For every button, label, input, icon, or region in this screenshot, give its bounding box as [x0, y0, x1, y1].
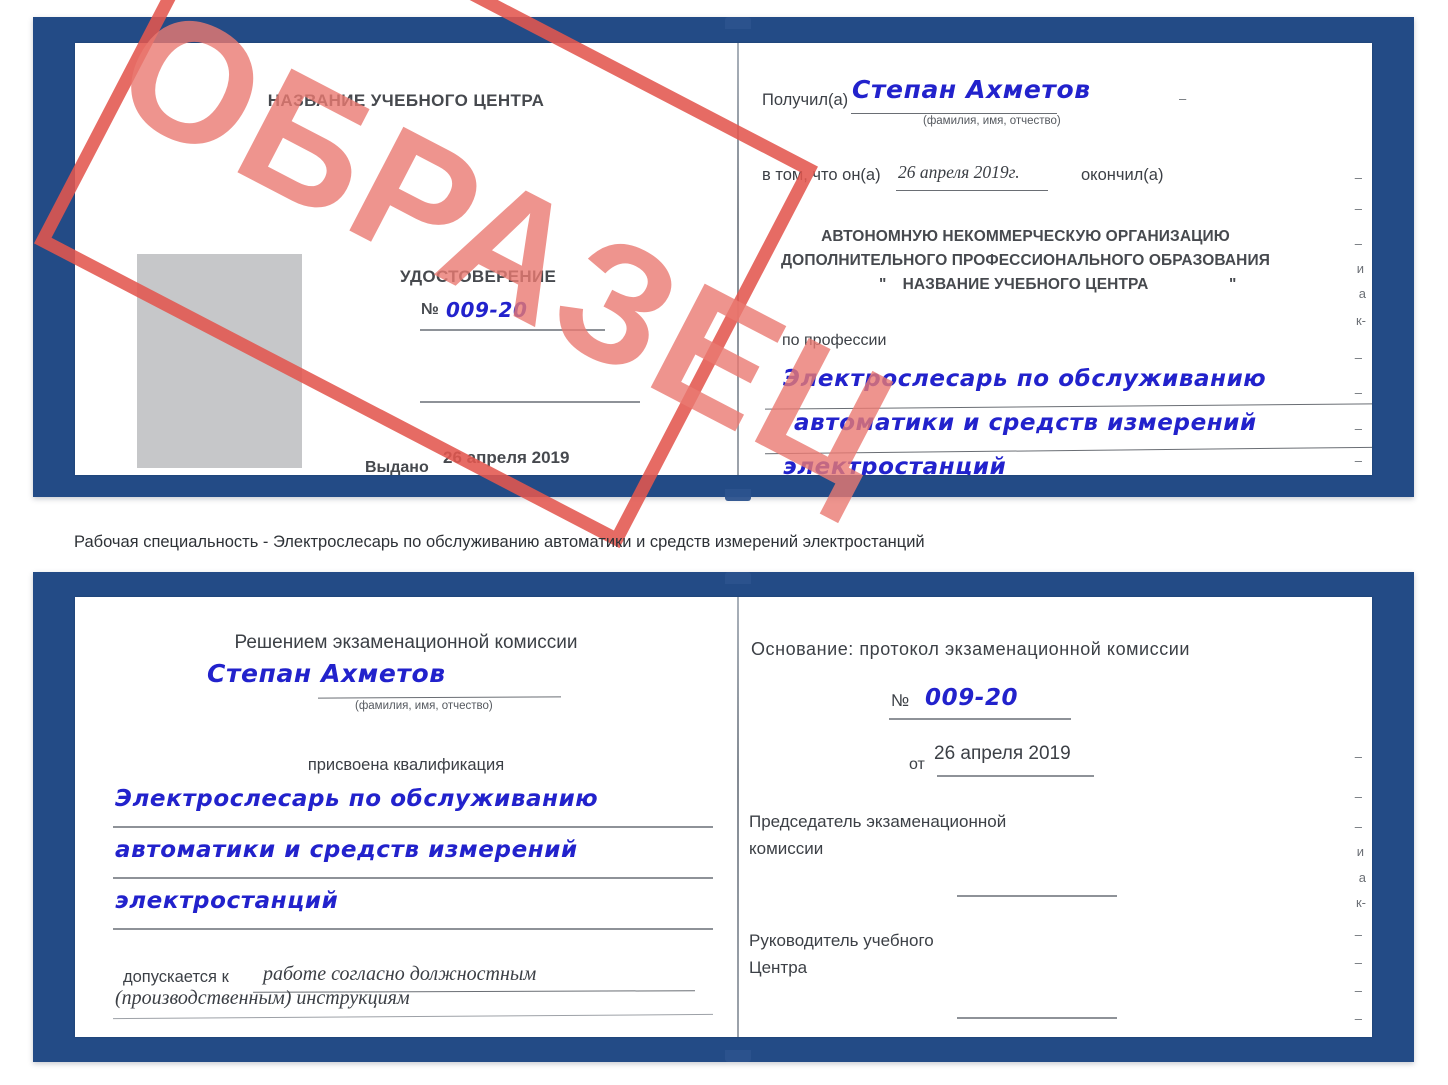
- certificate-number-label: №: [421, 301, 439, 318]
- spine-notch-top: [725, 17, 751, 29]
- chairman-line-1: Председатель экзаменационной: [749, 812, 1007, 831]
- issued-value: 26 апреля 2019: [443, 448, 570, 467]
- protocol-date-value: 26 апреля 2019: [934, 743, 1071, 764]
- that-value: 26 апреля 2019г.: [898, 162, 1020, 182]
- page-caption: Рабочая специальность - Электрослесарь п…: [74, 533, 925, 551]
- edge-dash-a: –: [1179, 91, 1187, 106]
- protocol-number-label: №: [891, 691, 910, 710]
- edge-mark-b5: а: [1358, 870, 1366, 885]
- qualification-rule-1: [113, 826, 713, 828]
- edge-mark-b10: –: [1354, 1011, 1362, 1026]
- that-label: в том, что он(а): [762, 166, 881, 184]
- edge-mark-b8: –: [1354, 955, 1362, 970]
- org-line-1: АВТОНОМНУЮ НЕКОММЕРЧЕСКУЮ ОРГАНИЗАЦИЮ: [821, 228, 1230, 245]
- chairman-line-2: комиссии: [749, 839, 824, 858]
- spine-notch-bottom: [725, 489, 751, 501]
- edge-mark-9: –: [1354, 421, 1362, 436]
- chairman-signature-rule: [957, 895, 1117, 897]
- profession-line-3: электростанций: [783, 454, 1007, 475]
- training-center-title-left: НАЗВАНИЕ УЧЕБНОГО ЦЕНТРА: [267, 91, 545, 110]
- spine-notch-top-bottom: [725, 572, 751, 584]
- certificate-number-value: 009-20: [446, 298, 528, 322]
- basis-label: Основание: протокол экзаменационной коми…: [751, 639, 1190, 659]
- decision-label: Решением экзаменационной комиссии: [234, 632, 578, 653]
- qualification-label: присвоена квалификация: [307, 756, 505, 774]
- org-line-3: НАЗВАНИЕ УЧЕБНОГО ЦЕНТРА: [902, 276, 1149, 293]
- edge-mark-4: и: [1356, 261, 1364, 276]
- edge-mark-b1: –: [1354, 749, 1362, 764]
- director-line-2: Центра: [749, 958, 808, 977]
- qualification-line-2: автоматики и средств измерений: [115, 837, 578, 863]
- admitted-value-line-2: (производственным) инструкциям: [115, 987, 410, 1009]
- decision-name-rule: [317, 696, 562, 699]
- protocol-date-rule: [937, 775, 1094, 777]
- org-line-2: ДОПОЛНИТЕЛЬНОГО ПРОФЕССИОНАЛЬНОГО ОБРАЗО…: [781, 252, 1270, 269]
- protocol-number-value: 009-20: [925, 685, 1019, 711]
- edge-mark-10: –: [1354, 453, 1362, 468]
- finished-label: окончил(а): [1081, 166, 1164, 184]
- received-value: Степан Ахметов: [852, 75, 1091, 104]
- director-signature-rule: [957, 1017, 1117, 1019]
- edge-mark-b7: –: [1354, 927, 1362, 942]
- bottom-right-page: Основание: протокол экзаменационной коми…: [739, 597, 1372, 1037]
- top-right-page: Получил(а) Степан Ахметов (фамилия, имя,…: [739, 43, 1372, 475]
- fio-hint-bottom: (фамилия, имя, отчество): [355, 700, 493, 712]
- edge-mark-6: к-: [1355, 313, 1366, 328]
- blank-rule-middle: [420, 401, 640, 403]
- admitted-value-line-1: работе согласно должностным: [263, 963, 537, 985]
- edge-mark-8: –: [1354, 385, 1362, 400]
- qualification-line-1: Электрослесарь по обслуживанию: [115, 786, 599, 812]
- certificate-bottom: Решением экзаменационной комиссии Степан…: [33, 572, 1414, 1062]
- issued-label: Выдано: [365, 459, 429, 475]
- protocol-number-rule: [889, 718, 1071, 720]
- profession-line-1: Электрослесарь по обслуживанию: [783, 366, 1267, 392]
- qualification-rule-2: [113, 877, 713, 879]
- profession-line-2: автоматики и средств измерений: [794, 410, 1257, 436]
- org-quote-close: ": [1229, 276, 1237, 293]
- edge-mark-1: –: [1354, 170, 1362, 185]
- spine-notch-bottom-bottom: [725, 1050, 751, 1062]
- edge-mark-b4: и: [1356, 844, 1364, 859]
- qualification-rule-3: [113, 928, 713, 930]
- edge-mark-b9: –: [1354, 983, 1362, 998]
- decision-name-value: Степан Ахметов: [207, 659, 446, 688]
- edge-mark-b3: –: [1354, 819, 1362, 834]
- director-line-1: Руководитель учебного: [749, 931, 934, 950]
- edge-mark-3: –: [1354, 236, 1362, 251]
- that-rule: [896, 190, 1048, 192]
- profession-rule-1: [765, 403, 1372, 410]
- certificate-title: УДОСТОВЕРЕНИЕ: [400, 267, 557, 286]
- fio-hint-top: (фамилия, имя, отчество): [923, 115, 1061, 127]
- certificate-number-rule: [420, 329, 605, 331]
- admitted-rule-2: [113, 1013, 713, 1020]
- certificate-top: НАЗВАНИЕ УЧЕБНОГО ЦЕНТРА УДОСТОВЕРЕНИЕ №…: [33, 17, 1414, 501]
- photo-placeholder: [137, 254, 302, 468]
- certificate-bottom-pages: Решением экзаменационной комиссии Степан…: [75, 572, 1372, 1062]
- admitted-label: допускается к: [123, 968, 229, 986]
- protocol-date-label: от: [909, 756, 925, 773]
- edge-mark-2: –: [1354, 201, 1362, 216]
- profession-label: по профессии: [782, 332, 887, 349]
- qualification-line-3: электростанций: [115, 888, 339, 914]
- edge-mark-b6: к-: [1355, 895, 1366, 910]
- edge-mark-b2: –: [1354, 789, 1362, 804]
- top-left-page: НАЗВАНИЕ УЧЕБНОГО ЦЕНТРА УДОСТОВЕРЕНИЕ №…: [75, 43, 737, 475]
- received-label: Получил(а): [762, 91, 849, 109]
- edge-mark-7: –: [1354, 350, 1362, 365]
- bottom-left-page: Решением экзаменационной комиссии Степан…: [75, 597, 737, 1037]
- edge-mark-5: а: [1358, 286, 1366, 301]
- certificate-top-pages: НАЗВАНИЕ УЧЕБНОГО ЦЕНТРА УДОСТОВЕРЕНИЕ №…: [75, 17, 1372, 501]
